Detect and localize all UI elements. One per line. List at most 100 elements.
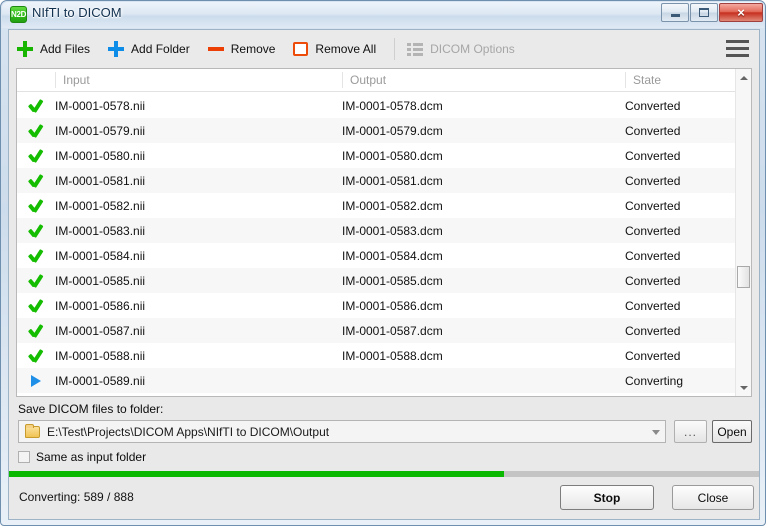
cell-output: IM-0001-0583.dcm [342,223,443,238]
row-status-icon-cell [17,149,55,163]
add-files-label: Add Files [40,42,91,56]
list-icon [407,42,424,56]
row-status-icon-cell [17,274,55,288]
row-status-icon-cell [17,374,55,387]
chevron-down-icon[interactable] [652,430,660,435]
client-area: Add Files Add Folder Remove Remove All D… [8,29,760,520]
window-controls: × [661,3,763,22]
cell-state: Converted [625,98,681,113]
dicom-options-label: DICOM Options [430,42,515,56]
minus-orange-icon [207,41,224,57]
same-as-input-row[interactable]: Same as input folder [18,450,146,464]
cell-output: IM-0001-0581.dcm [342,173,443,188]
output-folder-combobox[interactable]: E:\Test\Projects\DICOM Apps\NIfTI to DIC… [18,420,666,443]
hamburger-icon[interactable] [726,39,749,58]
table-row[interactable]: IM-0001-0581.nii IM-0001-0581.dcm Converte… [17,168,735,193]
row-status-icon-cell [17,349,55,363]
cell-output: IM-0001-0578.dcm [342,98,443,113]
add-files-button[interactable]: Add Files [9,31,100,67]
remove-all-button[interactable]: Remove All [285,31,386,67]
table-row[interactable]: IM-0001-0578.nii IM-0001-0578.dcm Converte… [17,93,735,118]
cell-input: IM-0001-0579.nii [55,123,146,138]
check-icon [28,349,44,363]
row-status-icon-cell [17,224,55,238]
cell-input: IM-0001-0581.nii [55,173,146,188]
scroll-down-icon[interactable] [736,379,751,396]
column-header-input[interactable]: Input [55,73,90,87]
cell-input: IM-0001-0586.nii [55,298,146,313]
column-header-state[interactable]: State [625,73,661,87]
cell-output: IM-0001-0585.dcm [342,273,443,288]
maximize-icon [691,4,717,21]
application-window: N2D NIfTI to DICOM × Add Files Add Folde… [0,0,766,526]
titlebar: N2D NIfTI to DICOM × [1,1,766,29]
open-folder-button[interactable]: Open [712,420,752,443]
file-list-header: Input Output State [17,69,751,92]
cell-output: IM-0001-0584.dcm [342,248,443,263]
close-icon: × [737,5,745,20]
cell-input: IM-0001-0585.nii [55,273,146,288]
cell-state: Converted [625,348,681,363]
row-status-icon-cell [17,324,55,338]
table-row[interactable]: IM-0001-0579.nii IM-0001-0579.dcm Converte… [17,118,735,143]
cell-state: Converted [625,198,681,213]
scroll-up-icon[interactable] [736,69,751,86]
status-bar: Converting: 589 / 888 Stop Close [9,477,759,519]
toolbar-divider [394,38,396,60]
table-row[interactable]: IM-0001-0582.nii IM-0001-0582.dcm Converte… [17,193,735,218]
check-icon [28,299,44,313]
row-status-icon-cell [17,174,55,188]
cell-input: IM-0001-0580.nii [55,148,146,163]
remove-button[interactable]: Remove [200,31,286,67]
check-icon [28,324,44,338]
file-list: Input Output State IM-0001-0578.nii IM-00… [16,68,752,397]
dicom-options-button[interactable]: DICOM Options [399,31,525,67]
column-header-output[interactable]: Output [342,73,386,87]
row-status-icon-cell [17,249,55,263]
cell-output: IM-0001-0582.dcm [342,198,443,213]
check-icon [28,274,44,288]
file-list-rows: IM-0001-0578.nii IM-0001-0578.dcm Converte… [17,93,735,396]
cell-state: Converting [625,373,684,388]
stop-button[interactable]: Stop [560,485,654,510]
table-row[interactable]: IM-0001-0587.nii IM-0001-0587.dcm Converte… [17,318,735,343]
check-icon [28,149,44,163]
table-row[interactable]: IM-0001-0580.nii IM-0001-0580.dcm Converte… [17,143,735,168]
table-row[interactable]: IM-0001-0589.nii Converting [17,368,735,393]
vertical-scrollbar[interactable] [735,69,751,396]
row-status-icon-cell [17,299,55,313]
folder-icon [25,423,40,438]
cell-input: IM-0001-0584.nii [55,248,146,263]
cell-input: IM-0001-0587.nii [55,323,146,338]
output-folder-row: E:\Test\Projects\DICOM Apps\NIfTI to DIC… [18,420,752,443]
cell-input: IM-0001-0589.nii [55,373,146,388]
cell-output: IM-0001-0587.dcm [342,323,443,338]
close-button[interactable]: Close [672,485,754,510]
table-row[interactable]: IM-0001-0588.nii IM-0001-0588.dcm Converte… [17,343,735,368]
minimize-button[interactable] [661,3,689,22]
scrollbar-thumb[interactable] [737,266,750,288]
maximize-button[interactable] [690,3,718,22]
output-folder-label: Save DICOM files to folder: [18,402,164,416]
same-as-input-checkbox[interactable] [18,451,30,463]
browse-folder-button[interactable]: ... [674,420,707,443]
remove-label: Remove [230,42,276,56]
cell-output: IM-0001-0579.dcm [342,123,443,138]
table-row[interactable]: IM-0001-0585.nii IM-0001-0585.dcm Converte… [17,268,735,293]
table-row[interactable]: IM-0001-0586.nii IM-0001-0586.dcm Converte… [17,293,735,318]
check-icon [28,124,44,138]
cell-state: Converted [625,148,681,163]
output-folder-path: E:\Test\Projects\DICOM Apps\NIfTI to DIC… [47,424,330,439]
close-window-button[interactable]: × [719,3,763,22]
dialog-buttons: Stop Close [559,477,754,519]
plus-blue-icon [108,41,125,57]
play-icon [31,374,41,387]
add-folder-button[interactable]: Add Folder [100,31,200,67]
cell-input: IM-0001-0588.nii [55,348,146,363]
table-row[interactable]: IM-0001-0583.nii IM-0001-0583.dcm Converte… [17,218,735,243]
cell-input: IM-0001-0578.nii [55,98,146,113]
table-row[interactable]: IM-0001-0584.nii IM-0001-0584.dcm Converte… [17,243,735,268]
cell-output: IM-0001-0588.dcm [342,348,443,363]
cell-state: Converted [625,273,681,288]
cell-state: Converted [625,123,681,138]
